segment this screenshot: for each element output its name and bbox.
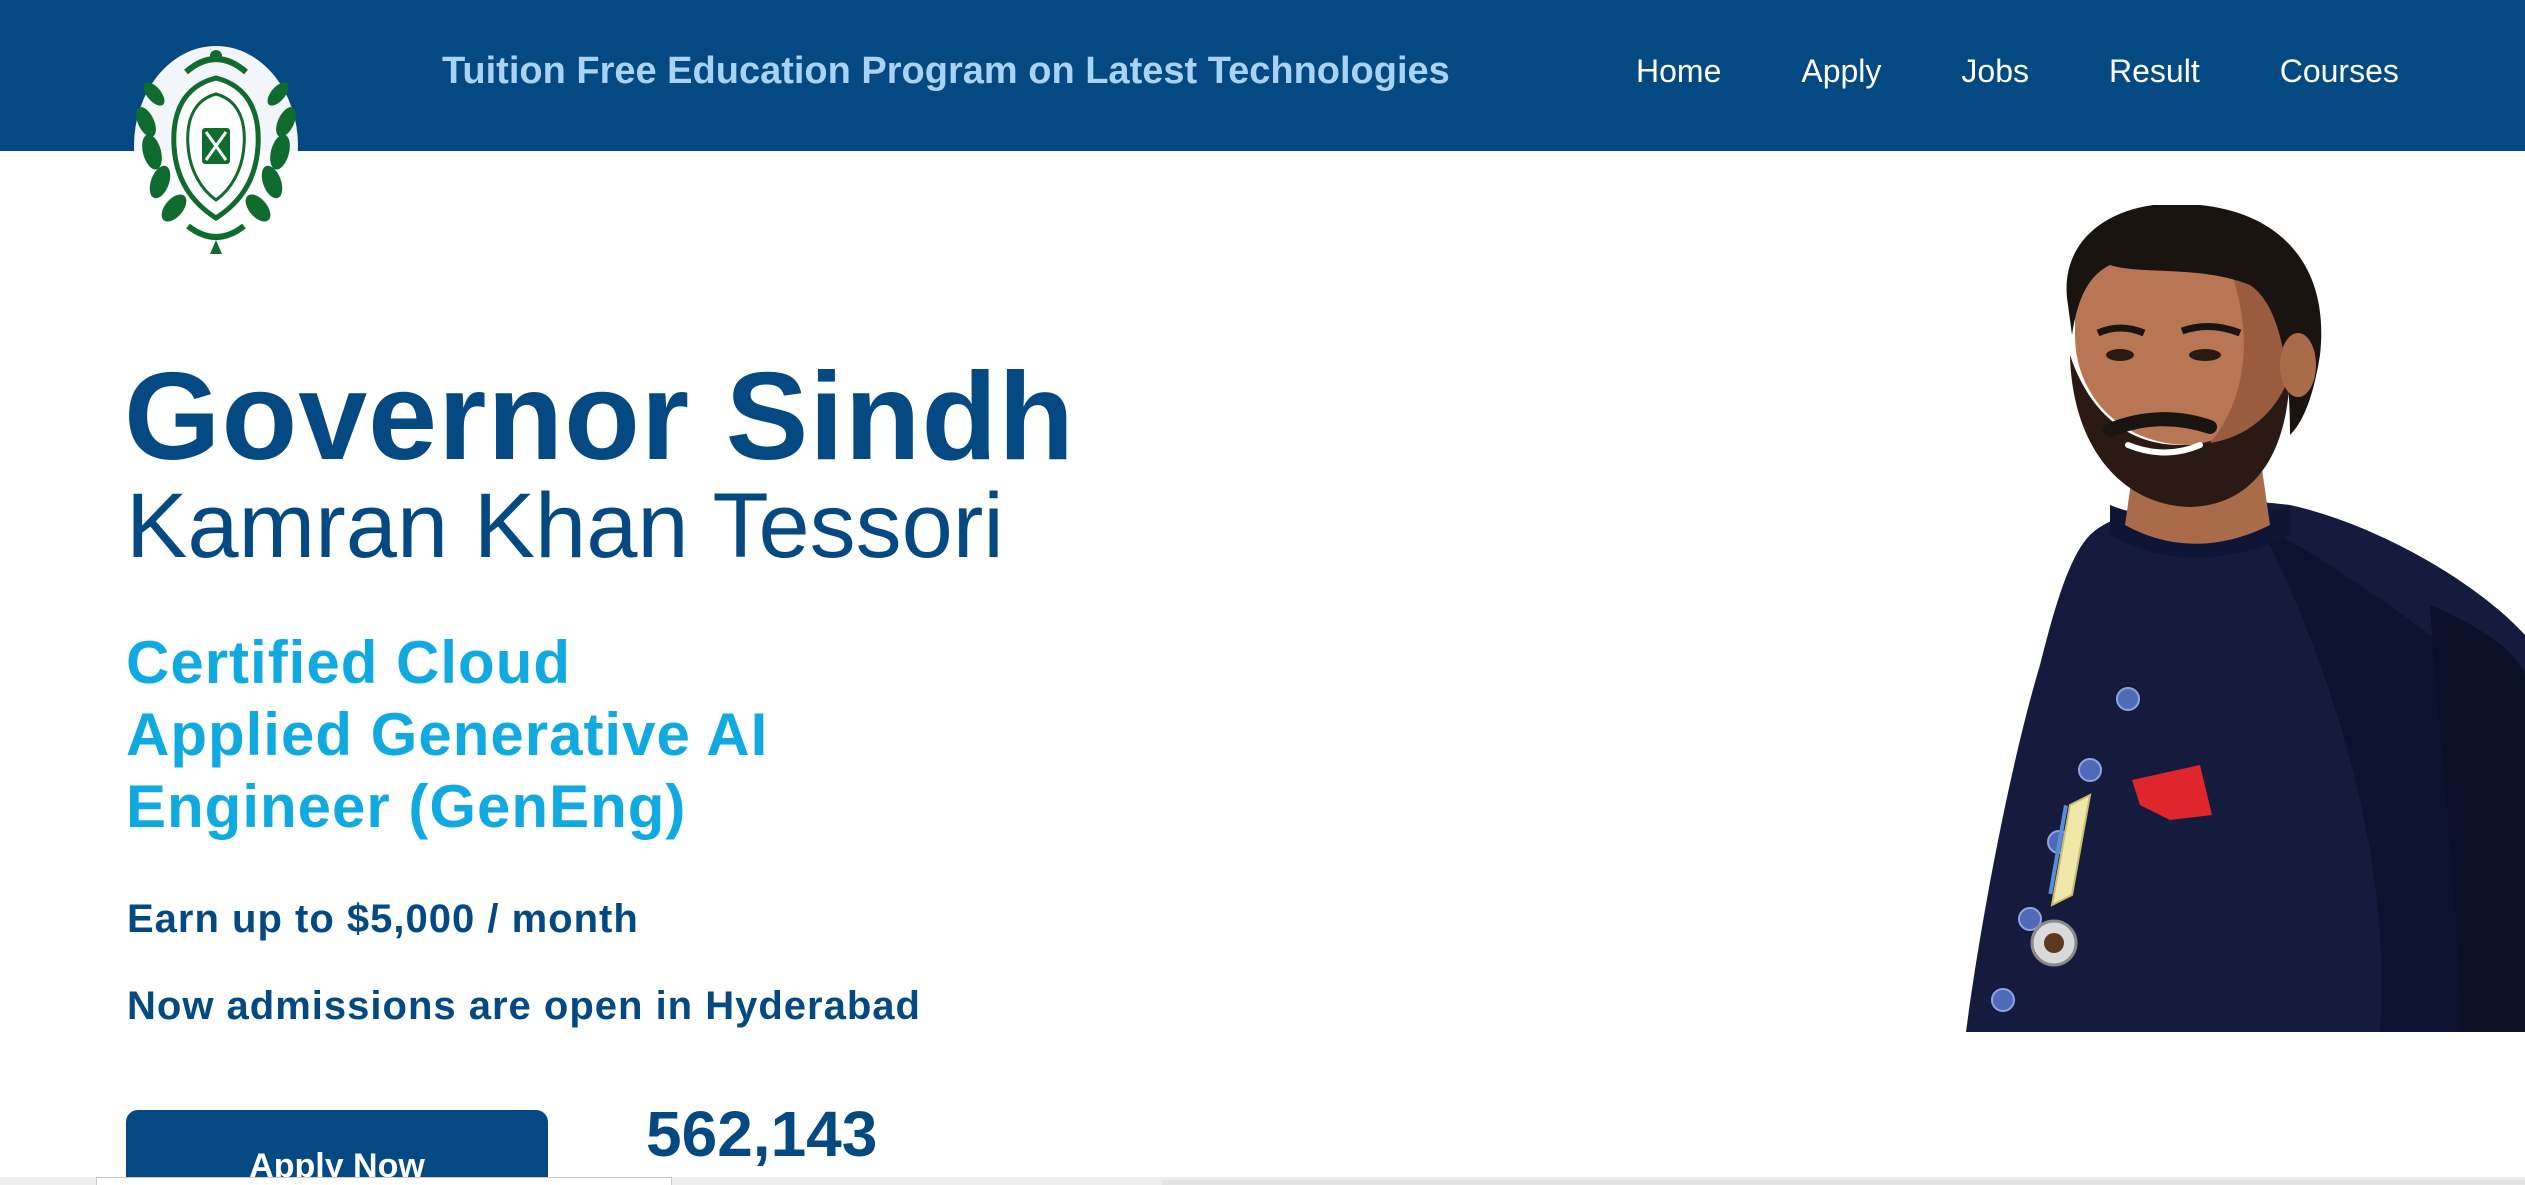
applicant-counter: 562,143 bbox=[646, 1098, 878, 1170]
admissions-text: Now admissions are open in Hyderabad bbox=[127, 984, 921, 1028]
governor-portrait bbox=[1960, 203, 2525, 1032]
main-nav: Home Apply Jobs Result Courses bbox=[1636, 48, 2399, 94]
nav-home-link[interactable]: Home bbox=[1636, 48, 1721, 94]
nav-courses-link[interactable]: Courses bbox=[2280, 48, 2399, 94]
program-line: Certified Cloud bbox=[126, 629, 571, 696]
program-line: Engineer (GenEng) bbox=[126, 773, 687, 840]
apply-now-button[interactable]: Apply Now bbox=[126, 1110, 548, 1185]
browser-bottom-tab[interactable] bbox=[96, 1177, 672, 1185]
governor-sindh-emblem-icon[interactable] bbox=[130, 42, 302, 256]
nav-result-link[interactable]: Result bbox=[2109, 48, 2200, 94]
program-title: Tuition Free Education Program on Latest… bbox=[442, 50, 1450, 92]
site-header: Tuition Free Education Program on Latest… bbox=[0, 0, 2525, 151]
program-lines: Certified Cloud Applied Generative AI En… bbox=[126, 627, 768, 843]
program-line: Applied Generative AI bbox=[126, 701, 769, 768]
browser-bottom-bar bbox=[1162, 1180, 2525, 1185]
nav-jobs-link[interactable]: Jobs bbox=[1961, 48, 2029, 94]
hero-name: Kamran Khan Tessori bbox=[126, 475, 1004, 577]
earn-text: Earn up to $5,000 / month bbox=[127, 897, 639, 941]
page: Tuition Free Education Program on Latest… bbox=[0, 0, 2525, 1185]
hero-title: Governor Sindh bbox=[124, 348, 1075, 486]
nav-apply-link[interactable]: Apply bbox=[1801, 48, 1881, 94]
